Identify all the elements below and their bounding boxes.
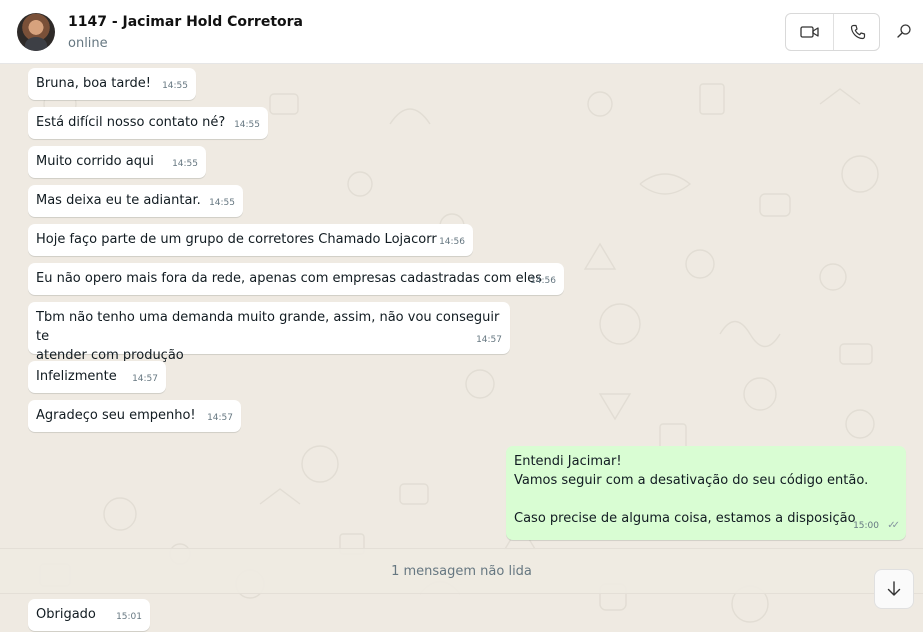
chat-area[interactable]: Bruna, boa tarde! 14:55 Está difícil nos… [0,64,923,632]
message-text: Está difícil nosso contato né? [36,115,226,130]
message-bubble[interactable]: Muito corrido aqui 14:55 [28,146,206,178]
chat-header: 1147 - Jacimar Hold Corretora online [0,0,923,64]
message-text: Mas deixa eu te adiantar. [36,193,201,208]
video-call-button[interactable] [786,14,833,50]
scroll-to-bottom-button[interactable] [874,569,914,609]
message-time: 14:55 [162,81,188,91]
contact-avatar[interactable] [17,13,55,51]
phone-icon [850,24,865,40]
message-time: 15:00 [853,521,879,531]
video-camera-icon [799,26,819,38]
message-time: 14:57 [207,413,233,423]
message-bubble[interactable]: Tbm não tenho uma demanda muito grande, … [28,302,510,363]
message-bubble[interactable]: Bruna, boa tarde! 14:55 [28,68,196,100]
message-time: 15:01 [116,612,142,622]
message-time: 14:57 [476,335,502,345]
message-bubble[interactable]: Mas deixa eu te adiantar. 14:55 [28,185,243,217]
message-text: Bruna, boa tarde! [36,76,151,91]
message-time: 14:56 [439,237,465,247]
message-bubble[interactable]: Eu não opero mais fora da rede, apenas c… [28,263,564,295]
message-time: 14:57 [132,374,158,384]
message-text: Obrigado [36,607,96,622]
message-text: Eu não opero mais fora da rede, apenas c… [36,271,543,286]
message-bubble[interactable]: Está difícil nosso contato né? 14:55 [28,107,268,139]
call-buttons-group [785,13,880,51]
unread-divider-label: 1 mensagem não lida [391,563,532,579]
search-icon [897,24,911,38]
message-bubble[interactable]: Hoje faço parte de um grupo de corretore… [28,224,473,256]
message-text: Agradeço seu empenho! [36,408,196,423]
message-time: 14:55 [209,198,235,208]
search-button[interactable] [893,20,915,42]
message-bubble[interactable]: Agradeço seu empenho! 14:57 [28,400,241,432]
message-time: 14:55 [234,120,260,130]
message-text: Entendi Jacimar! Vamos seguir com a desa… [514,454,869,526]
message-bubble-outgoing[interactable]: Entendi Jacimar! Vamos seguir com a desa… [506,446,906,540]
message-text: Hoje faço parte de um grupo de corretore… [36,232,437,247]
contact-name[interactable]: 1147 - Jacimar Hold Corretora [68,14,303,30]
unread-divider: 1 mensagem não lida [0,548,923,594]
voice-call-button[interactable] [834,14,881,50]
message-time: 14:55 [172,159,198,169]
message-text: Infelizmente [36,369,117,384]
double-check-icon: ✓✓ [887,520,900,531]
arrow-down-icon [887,581,901,596]
message-text: Muito corrido aqui [36,154,154,169]
contact-status: online [68,36,108,51]
message-time: 14:56 [530,276,556,286]
message-bubble[interactable]: Obrigado 15:01 [28,599,150,631]
message-bubble[interactable]: Infelizmente 14:57 [28,361,166,393]
